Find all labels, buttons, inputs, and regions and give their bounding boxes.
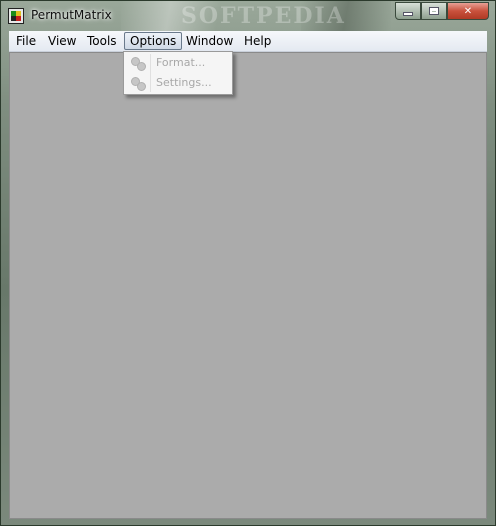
close-button[interactable]: ✕ xyxy=(447,2,489,20)
close-icon: ✕ xyxy=(463,5,473,17)
menu-item-settings[interactable]: Settings... xyxy=(126,74,230,93)
menu-view[interactable]: View xyxy=(43,32,81,50)
menu-help[interactable]: Help xyxy=(239,32,276,50)
app-window: PermutMatrix SOFTPEDIA ✕ File View Tools… xyxy=(0,0,496,526)
menu-tools[interactable]: Tools xyxy=(82,32,122,50)
mdi-client-area[interactable] xyxy=(9,52,487,519)
gears-icon xyxy=(130,56,146,71)
gears-icon xyxy=(130,76,146,91)
title-bar[interactable]: PermutMatrix SOFTPEDIA ✕ xyxy=(1,1,495,31)
menu-options[interactable]: Options xyxy=(124,32,183,50)
maximize-button[interactable] xyxy=(421,2,447,20)
app-icon[interactable] xyxy=(8,8,24,24)
softpedia-watermark: SOFTPEDIA xyxy=(181,3,346,29)
menu-file[interactable]: File xyxy=(11,32,41,50)
minimize-button[interactable] xyxy=(395,2,421,20)
menu-item-settings-label: Settings... xyxy=(156,76,212,89)
menu-item-format[interactable]: Format... xyxy=(126,54,230,73)
minimize-icon xyxy=(404,13,412,15)
caption-buttons: ✕ xyxy=(395,2,489,20)
window-title: PermutMatrix xyxy=(31,8,112,22)
menu-window[interactable]: Window xyxy=(181,32,238,50)
options-dropdown-menu: Format... Settings... xyxy=(123,51,233,95)
menu-bar: File View Tools Options Window Help xyxy=(9,31,487,52)
maximize-icon xyxy=(430,8,438,14)
menu-item-format-label: Format... xyxy=(156,56,206,69)
